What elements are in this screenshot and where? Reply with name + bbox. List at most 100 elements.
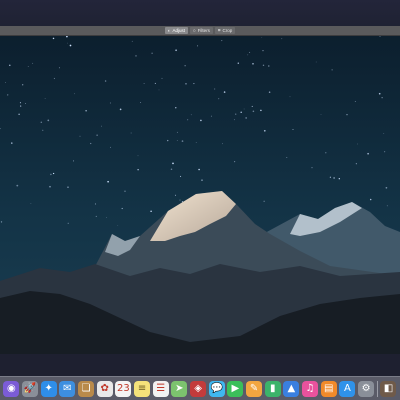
star [193, 83, 195, 85]
star [137, 155, 139, 157]
crop-button-label: Crop [222, 28, 233, 33]
star [179, 199, 181, 201]
star [119, 108, 122, 111]
reminders-icon[interactable]: ☰ [152, 380, 169, 397]
star [85, 110, 87, 112]
star [52, 172, 55, 175]
star [74, 93, 75, 95]
calendar-icon[interactable]: 23 [115, 380, 132, 397]
numbers-icon[interactable]: ▮ [264, 380, 281, 397]
star [292, 129, 294, 130]
ibooks-icon[interactable]: ▤ [320, 380, 337, 397]
star [222, 143, 223, 145]
star [124, 190, 126, 192]
adjust-button[interactable]: ◐ Adjust [164, 27, 188, 34]
star [42, 129, 44, 131]
star [151, 52, 153, 54]
star [240, 111, 242, 114]
star [101, 125, 102, 127]
launchpad-icon[interactable]: 🚀 [22, 380, 38, 397]
star [110, 146, 111, 148]
itunes-icon[interactable]: ♫ [302, 380, 319, 397]
star [32, 62, 34, 64]
star [135, 55, 137, 57]
star [106, 217, 107, 218]
star [221, 40, 223, 42]
filters-icon: ○ [192, 28, 196, 33]
star [140, 102, 142, 103]
star [117, 225, 119, 227]
star [67, 222, 69, 224]
star [18, 113, 20, 116]
star [69, 44, 72, 47]
facetime-icon[interactable]: ▶ [227, 380, 244, 397]
star [143, 83, 145, 85]
star [154, 82, 156, 84]
star [52, 37, 55, 40]
notes-icon[interactable]: ≡ [134, 380, 151, 397]
star [383, 133, 385, 135]
desktop-background-strip [0, 0, 400, 26]
star [22, 84, 24, 86]
mail-icon[interactable]: ✉ [59, 380, 76, 397]
pages-icon[interactable]: ✎ [246, 380, 263, 397]
star [249, 51, 251, 53]
star [16, 184, 19, 187]
star [355, 163, 357, 165]
star [94, 203, 97, 205]
star [47, 119, 50, 122]
star [235, 113, 237, 115]
star [174, 194, 177, 196]
photos-icon[interactable]: ✿ [96, 380, 113, 397]
keynote-icon[interactable]: ▲ [283, 380, 300, 397]
star [346, 114, 348, 116]
star [109, 102, 111, 104]
star [252, 62, 254, 65]
filters-button-label: Filters [197, 28, 210, 33]
siri-icon[interactable]: ◉ [3, 380, 20, 397]
adjust-button-label: Adjust [172, 28, 185, 33]
star [262, 50, 264, 52]
star [0, 221, 3, 223]
star [96, 134, 98, 136]
crop-button[interactable]: ⌗ Crop [214, 27, 236, 34]
star [95, 215, 97, 217]
photo-booth-icon[interactable]: ◈ [190, 380, 207, 397]
star [354, 101, 356, 102]
star [19, 102, 21, 104]
star [158, 89, 160, 91]
star [386, 205, 388, 207]
star [50, 173, 52, 176]
star [251, 105, 253, 107]
star [381, 97, 383, 99]
messages-icon[interactable]: 💬 [208, 380, 225, 397]
star [187, 119, 189, 121]
star [320, 113, 322, 115]
preview-icon[interactable]: ◧ [380, 380, 397, 397]
star [150, 210, 152, 213]
star [311, 167, 313, 169]
safari-icon[interactable]: ✦ [40, 380, 57, 397]
star [49, 185, 51, 188]
star [30, 203, 32, 204]
star [180, 175, 182, 177]
star [198, 168, 200, 171]
photo-canvas[interactable] [0, 36, 400, 354]
star [44, 97, 46, 99]
star [27, 66, 29, 68]
app-store-icon[interactable]: A [339, 380, 356, 397]
star [9, 64, 11, 67]
star [131, 40, 133, 42]
filters-button[interactable]: ○ Filters [189, 27, 213, 34]
star [315, 61, 317, 63]
star [90, 142, 92, 145]
mountain-night-photo [0, 36, 400, 354]
system-preferences-icon[interactable]: ⚙ [358, 380, 375, 397]
notes-book-icon[interactable]: ❏ [78, 380, 95, 397]
star [185, 83, 187, 85]
star [130, 132, 132, 134]
maps-icon[interactable]: ➤ [171, 380, 188, 397]
star [190, 114, 192, 116]
star [385, 186, 388, 189]
star [261, 37, 263, 38]
